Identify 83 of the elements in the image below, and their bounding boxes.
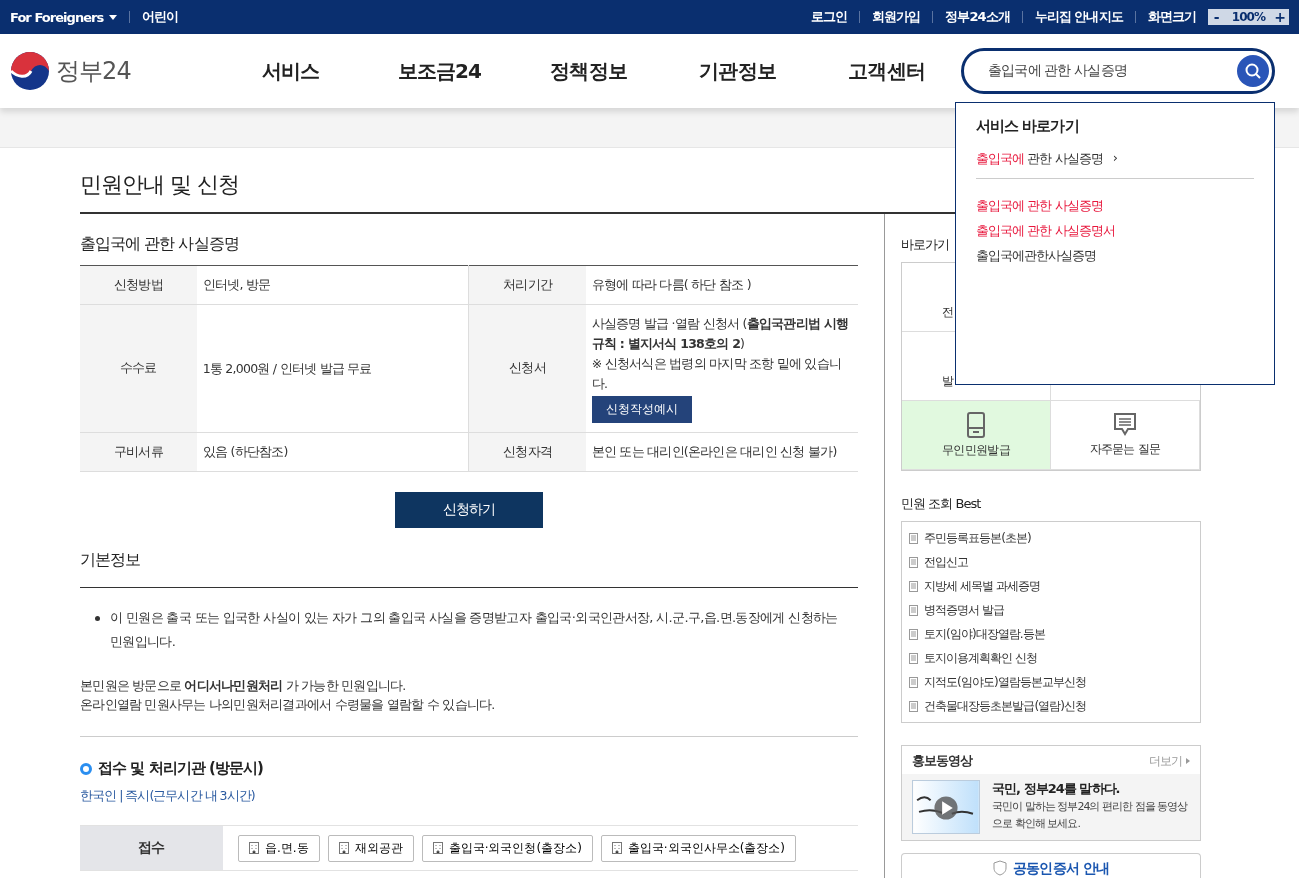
nav-item[interactable]: 보조금24 bbox=[365, 57, 515, 85]
document-icon bbox=[909, 652, 918, 664]
nav-item[interactable]: 서비스 bbox=[216, 57, 366, 85]
table-header-cell: 신청서 bbox=[468, 304, 586, 433]
top-link[interactable]: 로그인 bbox=[811, 8, 848, 26]
section-title: 기본정보 bbox=[80, 550, 858, 588]
building-icon bbox=[249, 842, 259, 854]
document-icon bbox=[909, 556, 918, 568]
suggestion-item[interactable]: 출입국에 관한 사실증명서 bbox=[976, 218, 1254, 243]
quick-link[interactable]: 무인민원발급 bbox=[902, 401, 1051, 470]
office-button[interactable]: 출입국·외국인청(출장소) bbox=[421, 834, 593, 862]
table-cell: 본인 또는 대리인(온라인은 대리인 신청 불가) bbox=[585, 432, 858, 472]
best-link[interactable]: 주민등록표등본(초본) bbox=[909, 526, 1200, 550]
building-icon bbox=[338, 842, 349, 854]
table-header-cell: 처리기간 bbox=[468, 265, 586, 305]
document-icon bbox=[909, 580, 918, 592]
table-header-cell: 구비서류 bbox=[80, 432, 197, 472]
logo-text[interactable]: 정부24 bbox=[56, 55, 131, 87]
office-button[interactable]: 출입국·외국인사무소(출장소) bbox=[600, 834, 796, 862]
caret-icon bbox=[1186, 758, 1190, 764]
document-icon bbox=[909, 676, 918, 688]
nav-item[interactable]: 고객센터 bbox=[812, 57, 962, 85]
top-link[interactable]: 회원가입 bbox=[872, 8, 921, 26]
quick-link[interactable]: 전 bbox=[942, 304, 954, 321]
building-icon bbox=[611, 842, 622, 854]
table-cell: 사실증명 발급 ·열람 신청서 (출입국관리법 시행규칙 : 별지서식 138호의 2) ※ 신청서식은 법령의 마지막 조항 밑에 있습니다. 신청작성예시 bbox=[585, 304, 858, 433]
apply-button[interactable]: 신청하기 bbox=[395, 492, 543, 528]
shortcut-link[interactable]: 출입국에 관한 사실증명 › bbox=[976, 150, 1254, 179]
office-button[interactable]: 재외공관 bbox=[327, 834, 414, 862]
suggestion-item[interactable]: 출입국에관한사실증명 bbox=[976, 243, 1254, 268]
video-headline: 국민, 정부24를 말하다. bbox=[992, 780, 1121, 798]
document-icon bbox=[909, 532, 918, 544]
ring-icon bbox=[80, 762, 92, 775]
quick-link[interactable]: 자주묻는 질문 bbox=[1051, 401, 1200, 470]
nav-item[interactable]: 기관정보 bbox=[663, 57, 813, 85]
top-link[interactable]: 어린이 bbox=[142, 8, 179, 26]
best-link[interactable]: 전입신고 bbox=[909, 550, 1200, 574]
quick-link[interactable]: 발 bbox=[942, 373, 954, 390]
best-link[interactable]: 토지(임야)대장열람.등본 bbox=[909, 622, 1200, 646]
sidebar-title: 민원 조회 Best bbox=[901, 495, 982, 513]
table-header-cell: 신청방법 bbox=[80, 265, 197, 305]
video-description: 국민이 말하는 정부24의 편리한 점을 동영상으로 확인해 보세요. bbox=[992, 799, 1189, 832]
form-example-button[interactable]: 신청작성예시 bbox=[591, 396, 692, 423]
best-link[interactable]: 건축물대장등초본발급(열람)신청 bbox=[909, 694, 1200, 718]
info-paragraph: 이 민원은 출국 또는 입국한 사실이 있는 자가 그의 출입국 사실을 증명받고자 출입국·외국인관서장, 시.군.구,읍.면.동장에게 신청하는 민원입니다. bbox=[80, 606, 858, 654]
document-icon bbox=[909, 700, 918, 712]
document-icon bbox=[909, 628, 918, 640]
kiosk-icon bbox=[967, 411, 985, 438]
info-note: 본민원은 방문으로 어디서나민원처리 가 가능한 민원입니다. bbox=[80, 677, 407, 695]
best-link[interactable]: 토지이용계획확인 신청 bbox=[909, 646, 1200, 670]
document-icon bbox=[909, 604, 918, 616]
nav-item[interactable]: 정책정보 bbox=[514, 57, 664, 85]
best-link[interactable]: 지적도(임야도)열람등본교부신청 bbox=[909, 670, 1200, 694]
suggestion-item[interactable]: 출입국에 관한 사실증명 bbox=[976, 193, 1254, 218]
suggestions-title: 서비스 바로가기 bbox=[976, 117, 1080, 136]
sidebar-title: 바로가기 bbox=[901, 236, 951, 254]
language-dropdown[interactable]: For Foreigners bbox=[10, 9, 104, 25]
top-link[interactable]: 누리집 안내지도 bbox=[1034, 8, 1123, 26]
zoom-out-button[interactable]: - bbox=[1207, 9, 1226, 25]
logo-icon bbox=[10, 51, 50, 91]
info-note: 온라인열람 민원사무는 나의민원처리결과에서 수령물을 열람할 수 있습니다. bbox=[80, 696, 496, 714]
search-icon bbox=[1245, 63, 1261, 79]
section-title: 접수 및 처리기관 (방문시) bbox=[98, 759, 263, 778]
best-link[interactable]: 병적증명서 발급 bbox=[909, 598, 1200, 622]
table-header-cell: 수수료 bbox=[80, 304, 197, 433]
table-cell: 유형에 따라 다름( 하단 참조 ) bbox=[585, 265, 858, 305]
caret-icon bbox=[109, 14, 118, 20]
service-title: 출입국에 관한 사실증명 bbox=[80, 234, 240, 255]
shield-icon bbox=[993, 860, 1008, 876]
search-field[interactable]: 출입국에 관한 사실증명 bbox=[961, 48, 1275, 94]
speech-bubble-icon bbox=[1113, 412, 1137, 437]
building-icon bbox=[432, 842, 443, 854]
office-button[interactable]: 읍.면.동 bbox=[238, 834, 320, 862]
certificate-link[interactable]: 공동인증서 안내 bbox=[1013, 860, 1109, 878]
table-header-cell: 신청자격 bbox=[468, 432, 586, 472]
top-link[interactable]: 정부24소개 bbox=[945, 8, 1010, 26]
video-title: 홍보동영상 bbox=[912, 752, 973, 770]
row-label: 접수 bbox=[80, 826, 223, 870]
zoom-in-button[interactable]: + bbox=[1271, 9, 1289, 25]
zoom-value: 100% bbox=[1225, 9, 1271, 25]
best-link[interactable]: 지방세 세목별 과세증명 bbox=[909, 574, 1200, 598]
zoom-label[interactable]: 화면크기 bbox=[1147, 8, 1196, 26]
agency-subtitle: 한국인 | 즉시(근무시간 내 3시간) bbox=[80, 788, 256, 805]
